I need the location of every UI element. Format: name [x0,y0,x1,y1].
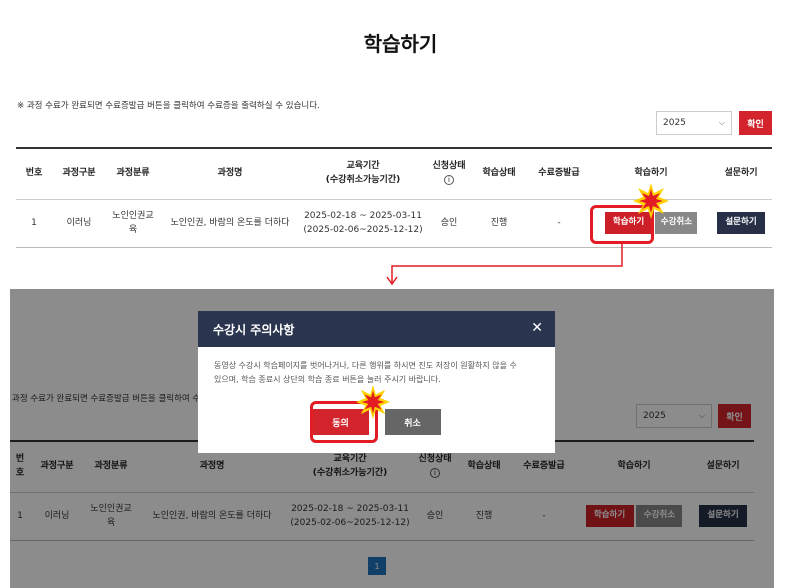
close-icon[interactable]: ✕ [531,320,543,336]
modal-cancel-button[interactable]: 취소 [384,409,441,435]
starburst-icon [356,385,390,419]
modal-screenshot: 과정 수료가 완료되면 수료증발급 버튼을 클릭하여 수 2025 ⌵ 확인 번… [10,289,774,588]
modal-header: 수강시 주의사항 ✕ [198,311,555,347]
modal-body: 동영상 수강시 학습페이지를 벗어나거나, 다른 행위를 하시면 진도 저장이 … [198,347,555,386]
modal-body-line1: 동영상 수강시 학습페이지를 벗어나거나, 다른 행위를 하시면 진도 저장이 … [214,361,517,370]
modal-title: 수강시 주의사항 [213,322,295,337]
